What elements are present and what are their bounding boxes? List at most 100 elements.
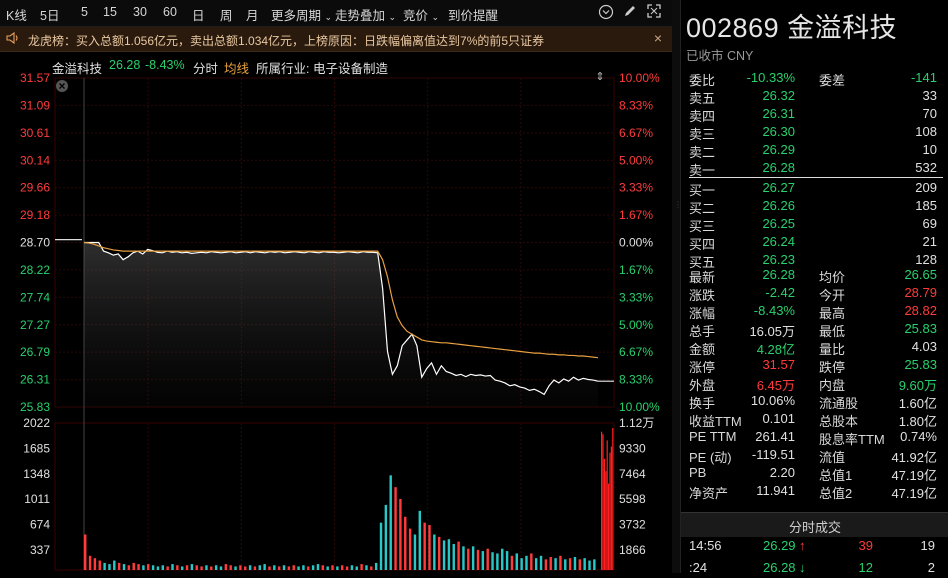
volume-bar [287,566,291,570]
row-label: 委比 [689,73,716,88]
row-value: 26.23 [762,252,795,267]
volume-bar [491,552,494,570]
percent-tick-label: 6.67% [619,126,653,140]
row-value-2: 70 [922,106,937,121]
row-value: 26.26 [762,198,795,213]
volume-right-tick-label: 7464 [619,467,646,481]
row-value-2: 25.83 [904,321,937,336]
row-label-2: 总值2 [819,486,853,501]
auction-volume-bar [602,434,604,570]
price-tick-label: 30.14 [20,153,50,167]
percent-tick-label: 3.33% [619,290,653,304]
volume-bar [171,564,174,570]
panel-splitter[interactable]: ⋮ [672,0,682,573]
volume-bar [282,565,286,570]
row-value: -2.42 [765,285,795,300]
row-label-2: 最低 [819,324,846,339]
row-label: PE TTM [689,429,737,444]
row-value: -10.33% [746,70,795,85]
volume-bar [331,565,334,570]
row-label-2: 总值1 [819,468,853,483]
volume-bar [180,566,184,570]
intraday-chart[interactable]: 31.57 10.00% 31.09 8.33% 30.61 6.67% 30.14 5.00… [0,0,672,573]
trade-row: :24 26.28 ↓ 12 2 [681,560,943,578]
row-label: 换手 [689,396,716,411]
row-label: 卖五 [689,91,716,106]
volume-bar [501,548,504,570]
row-label-2: 今开 [819,288,846,303]
order-ratio-row: 委比 -10.33% 委差 -141 [681,70,943,88]
percent-tick-label: 8.33% [619,98,653,112]
volume-bar [268,566,271,570]
row-value: 6.45万 [756,378,795,393]
row-value: 261.41 [755,429,795,444]
volume-bar [190,564,194,570]
row-label: 买一 [689,183,716,198]
volume-bar [544,559,548,570]
row-value: 26.25 [762,216,795,231]
auction-volume-bar [605,471,607,570]
stat-row: 总手 16.05万 最低 25.83 [681,321,943,339]
volume-bar [137,564,140,570]
volume-bar [578,559,582,570]
row-label: 收益TTM [689,414,742,429]
row-value-2: 1.60亿 [898,396,937,411]
stat-row: 换手 10.06% 流通股 1.60亿 [681,393,943,411]
row-label: 外盘 [689,378,716,393]
volume-right-tick-label: 1866 [619,543,646,557]
percent-tick-label: 5.00% [619,318,653,332]
percent-tick-label: 8.33% [619,373,653,387]
row-value: 2.20 [769,465,795,480]
volume-bar [418,510,422,570]
volume-bar [142,565,145,570]
row-label: 买三 [689,219,716,234]
stat-row: PB 2.20 总值1 47.19亿 [681,465,943,483]
volume-bar [399,499,402,570]
volume-bar [103,562,106,570]
row-value-2: 0.74% [900,429,937,444]
volume-bar [471,546,475,570]
row-value-2: 41.92亿 [891,450,937,465]
price-tick-label: 31.57 [20,71,50,85]
volume-tick-label: 2022 [23,416,50,430]
volume-bar [452,543,455,570]
ask-row: 卖四 26.31 70 [681,106,943,124]
volume-right-tick-label: 9330 [619,441,646,455]
volume-tick-label: 1348 [23,467,50,481]
volume-bar [408,528,412,570]
volume-bar [447,539,451,570]
volume-bar [214,565,218,570]
volume-bar [147,564,150,570]
row-value-2: 185 [915,198,937,213]
auction-volume-bar [606,440,608,570]
percent-tick-label: 3.33% [619,181,653,195]
row-value: 26.32 [762,88,795,103]
volume-bar [515,553,518,570]
volume-bar [195,565,198,570]
price-tick-label: 31.09 [20,98,50,112]
stat-row: 涨停 31.57 跌停 25.83 [681,357,943,375]
volume-bar [379,522,383,570]
percent-tick-label: 10.00% [619,71,660,85]
auction-volume-bar [601,431,603,570]
auction-volume-bar [610,446,612,570]
volume-bar [360,564,363,570]
row-label-2: 委差 [819,73,846,88]
row-value-2: 209 [915,180,937,195]
price-tick-label: 29.66 [20,181,50,195]
volume-bar [554,558,557,570]
bid-row: 买二 26.26 185 [681,198,943,216]
volume-bar [564,559,567,570]
row-value-2: 532 [915,160,937,175]
row-value: 10.06% [750,393,795,408]
price-tick-label: 30.61 [20,126,50,140]
volume-bar [568,558,572,570]
row-value: 16.05万 [749,324,795,339]
volume-bar [239,565,242,570]
row-value-2: 9.60万 [898,378,937,393]
row-value-2: 10 [922,142,937,157]
volume-bar [384,504,388,570]
volume-bar [166,566,169,570]
volume-bar [428,525,431,570]
row-value-2: 21 [922,234,937,249]
